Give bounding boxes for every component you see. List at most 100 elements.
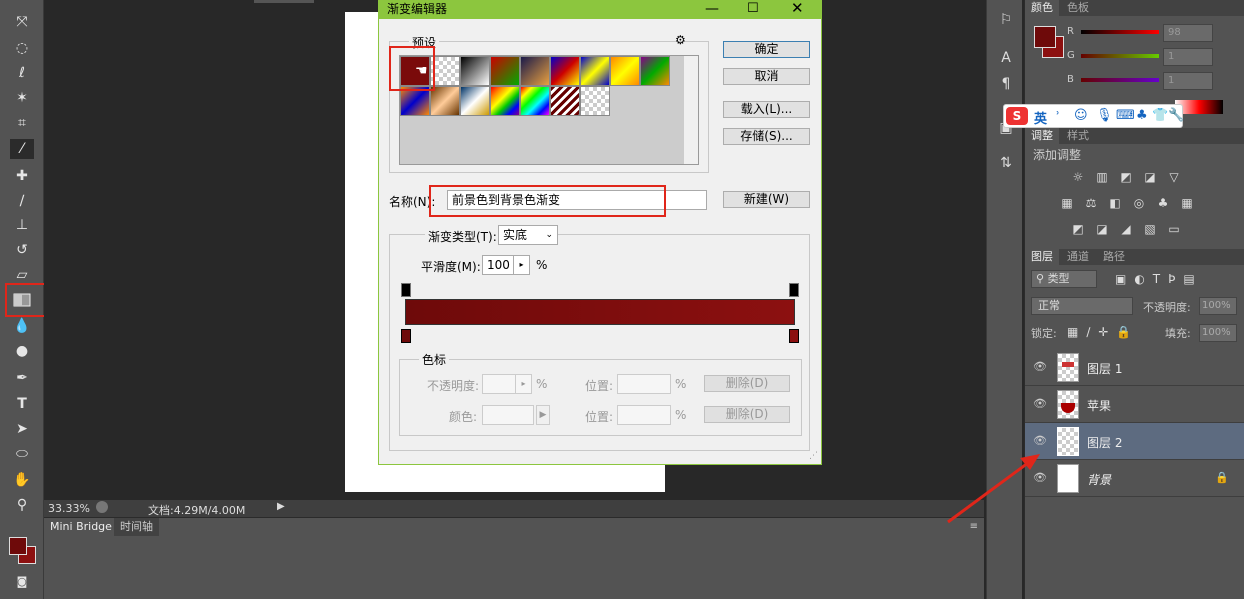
preset-chrome[interactable]: [460, 86, 490, 116]
vibrance-icon[interactable]: ▽: [1166, 170, 1182, 184]
tab-paths[interactable]: 路径: [1097, 249, 1131, 265]
tab-channels[interactable]: 通道: [1061, 249, 1095, 265]
visibility-eye-icon[interactable]: 👁: [1033, 360, 1047, 373]
brush-tool-icon[interactable]: ∕: [10, 191, 34, 211]
tab-styles[interactable]: 样式: [1061, 128, 1095, 144]
marquee-tool-icon[interactable]: ◌: [10, 38, 34, 58]
opacity-stop-left[interactable]: [401, 283, 411, 297]
posterize-icon[interactable]: ◪: [1094, 222, 1110, 236]
levels-icon[interactable]: ▥: [1094, 170, 1110, 184]
close-icon[interactable]: ✕: [791, 0, 804, 16]
stop-color-location-input[interactable]: [617, 405, 671, 425]
stop-color-arrow-icon[interactable]: ▶: [536, 405, 550, 425]
b-value[interactable]: 1: [1163, 72, 1213, 90]
threshold-icon[interactable]: ◢: [1118, 222, 1134, 236]
channel-mixer-icon[interactable]: ♣: [1155, 196, 1171, 210]
ime-punct-icon[interactable]: ˒: [1056, 107, 1060, 122]
history-icon[interactable]: ⚐: [997, 12, 1015, 30]
preset-transparent-rainbow[interactable]: [520, 86, 550, 116]
layer-row[interactable]: 👁 图层 1: [1025, 349, 1244, 386]
status-arrow-icon[interactable]: ▶: [277, 501, 285, 512]
status-icon[interactable]: [96, 501, 108, 513]
lock-icons[interactable]: ▦∕✛🔒: [1067, 325, 1139, 339]
gradient-type-select[interactable]: 实底 ⌄: [498, 225, 558, 245]
character-icon[interactable]: A: [997, 50, 1015, 68]
stop-opacity-location-input[interactable]: [617, 374, 671, 394]
brightness-icon[interactable]: ☼: [1070, 170, 1086, 184]
preset-stripes[interactable]: [550, 86, 580, 116]
layer-row[interactable]: 👁 苹果: [1025, 386, 1244, 423]
opacity-input[interactable]: 100%: [1199, 297, 1237, 315]
tab-swatches[interactable]: 色板: [1061, 0, 1095, 16]
magic-wand-tool-icon[interactable]: ✶: [10, 88, 34, 108]
tab-adjustments[interactable]: 调整: [1025, 128, 1059, 144]
ime-keyboard-icon[interactable]: ⌨: [1116, 108, 1135, 123]
preset-blue-yellow-blue[interactable]: [580, 56, 610, 86]
preset-violet-orange[interactable]: [520, 56, 550, 86]
presets-gear-icon[interactable]: ⚙: [675, 33, 686, 47]
clone-stamp-tool-icon[interactable]: ⊥: [10, 215, 34, 235]
tab-color[interactable]: 颜色: [1025, 0, 1059, 16]
preset-spectrum[interactable]: [490, 86, 520, 116]
b-slider[interactable]: [1081, 78, 1159, 82]
preset-scrollbar[interactable]: [683, 56, 698, 164]
preset-transparent[interactable]: [580, 86, 610, 116]
load-button[interactable]: 载入(L)...: [723, 101, 810, 118]
visibility-eye-icon[interactable]: 👁: [1033, 397, 1047, 410]
eraser-tool-icon[interactable]: ▱: [10, 265, 34, 285]
stop-opacity-input[interactable]: ▸: [482, 374, 532, 394]
hand-tool-icon[interactable]: ✋: [10, 470, 34, 490]
crop-tool-icon[interactable]: ⌗: [10, 113, 34, 133]
hue-sat-icon[interactable]: ▦: [1059, 196, 1075, 210]
layer-name[interactable]: 背景: [1087, 471, 1111, 488]
resize-grip-icon[interactable]: ⋰: [809, 451, 818, 461]
stop-color-swatch[interactable]: [482, 405, 534, 425]
gradient-map-icon[interactable]: ▭: [1166, 222, 1182, 236]
sogou-logo-icon[interactable]: S: [1006, 107, 1028, 125]
lasso-tool-icon[interactable]: ℓ: [10, 63, 34, 83]
color-stop-left[interactable]: [401, 329, 411, 343]
ime-mode-label[interactable]: 英: [1034, 108, 1047, 127]
foreground-color-swatch[interactable]: [9, 537, 27, 555]
r-value[interactable]: 98: [1163, 24, 1213, 42]
zoom-tool-icon[interactable]: ⚲: [10, 495, 34, 515]
ime-voice-icon[interactable]: 🎙: [1096, 108, 1113, 123]
blend-mode-select[interactable]: 正常: [1031, 297, 1133, 315]
tab-layers[interactable]: 图层: [1025, 249, 1059, 265]
dodge-tool-icon[interactable]: ●: [10, 341, 34, 361]
smoothness-input[interactable]: 100 ▸: [482, 255, 530, 275]
ime-settings-icon[interactable]: 🔧: [1168, 108, 1184, 123]
preset-violet-green-orange[interactable]: [640, 56, 670, 86]
curves-icon[interactable]: ◩: [1118, 170, 1134, 184]
eyedropper-tool-icon[interactable]: ⁄: [10, 139, 34, 159]
r-slider[interactable]: [1081, 30, 1159, 34]
color-stop-right[interactable]: [789, 329, 799, 343]
healing-brush-tool-icon[interactable]: ✚: [10, 166, 34, 186]
color-panel-fg-swatch[interactable]: [1034, 26, 1056, 48]
layer-filter-select[interactable]: ⚲ 类型: [1031, 270, 1097, 288]
pen-tool-icon[interactable]: ✒: [10, 368, 34, 388]
ime-emoji-icon[interactable]: ☺: [1074, 108, 1088, 123]
photo-filter-icon[interactable]: ◎: [1131, 196, 1147, 210]
preset-blue-red-yellow[interactable]: [550, 56, 580, 86]
ime-user-icon[interactable]: ♣: [1136, 108, 1148, 123]
tool-presets-icon[interactable]: ⇅: [997, 155, 1015, 173]
tab-timeline[interactable]: 时间轴: [114, 518, 159, 536]
path-selection-tool-icon[interactable]: ➤: [10, 419, 34, 439]
delete-color-stop-button[interactable]: 删除(D): [704, 406, 790, 423]
layer-row[interactable]: 👁 图层 2: [1025, 423, 1244, 460]
history-brush-tool-icon[interactable]: ↺: [10, 240, 34, 260]
ellipse-tool-icon[interactable]: ⬭: [10, 444, 34, 464]
paragraph-icon[interactable]: ¶: [997, 76, 1015, 94]
tab-mini-bridge[interactable]: Mini Bridge: [44, 518, 118, 536]
exposure-icon[interactable]: ◪: [1142, 170, 1158, 184]
layer-row[interactable]: 👁 背景 🔒: [1025, 460, 1244, 497]
cancel-button[interactable]: 取消: [723, 68, 810, 85]
move-tool-icon[interactable]: ⤧: [10, 12, 34, 32]
color-balance-icon[interactable]: ⚖: [1083, 196, 1099, 210]
opacity-stop-right[interactable]: [789, 283, 799, 297]
layer-name[interactable]: 图层 2: [1087, 434, 1122, 451]
layer-filter-icons[interactable]: ▣◐TÞ▤: [1115, 272, 1203, 286]
ime-skin-icon[interactable]: 👕: [1152, 108, 1168, 123]
layer-name[interactable]: 苹果: [1087, 397, 1111, 414]
